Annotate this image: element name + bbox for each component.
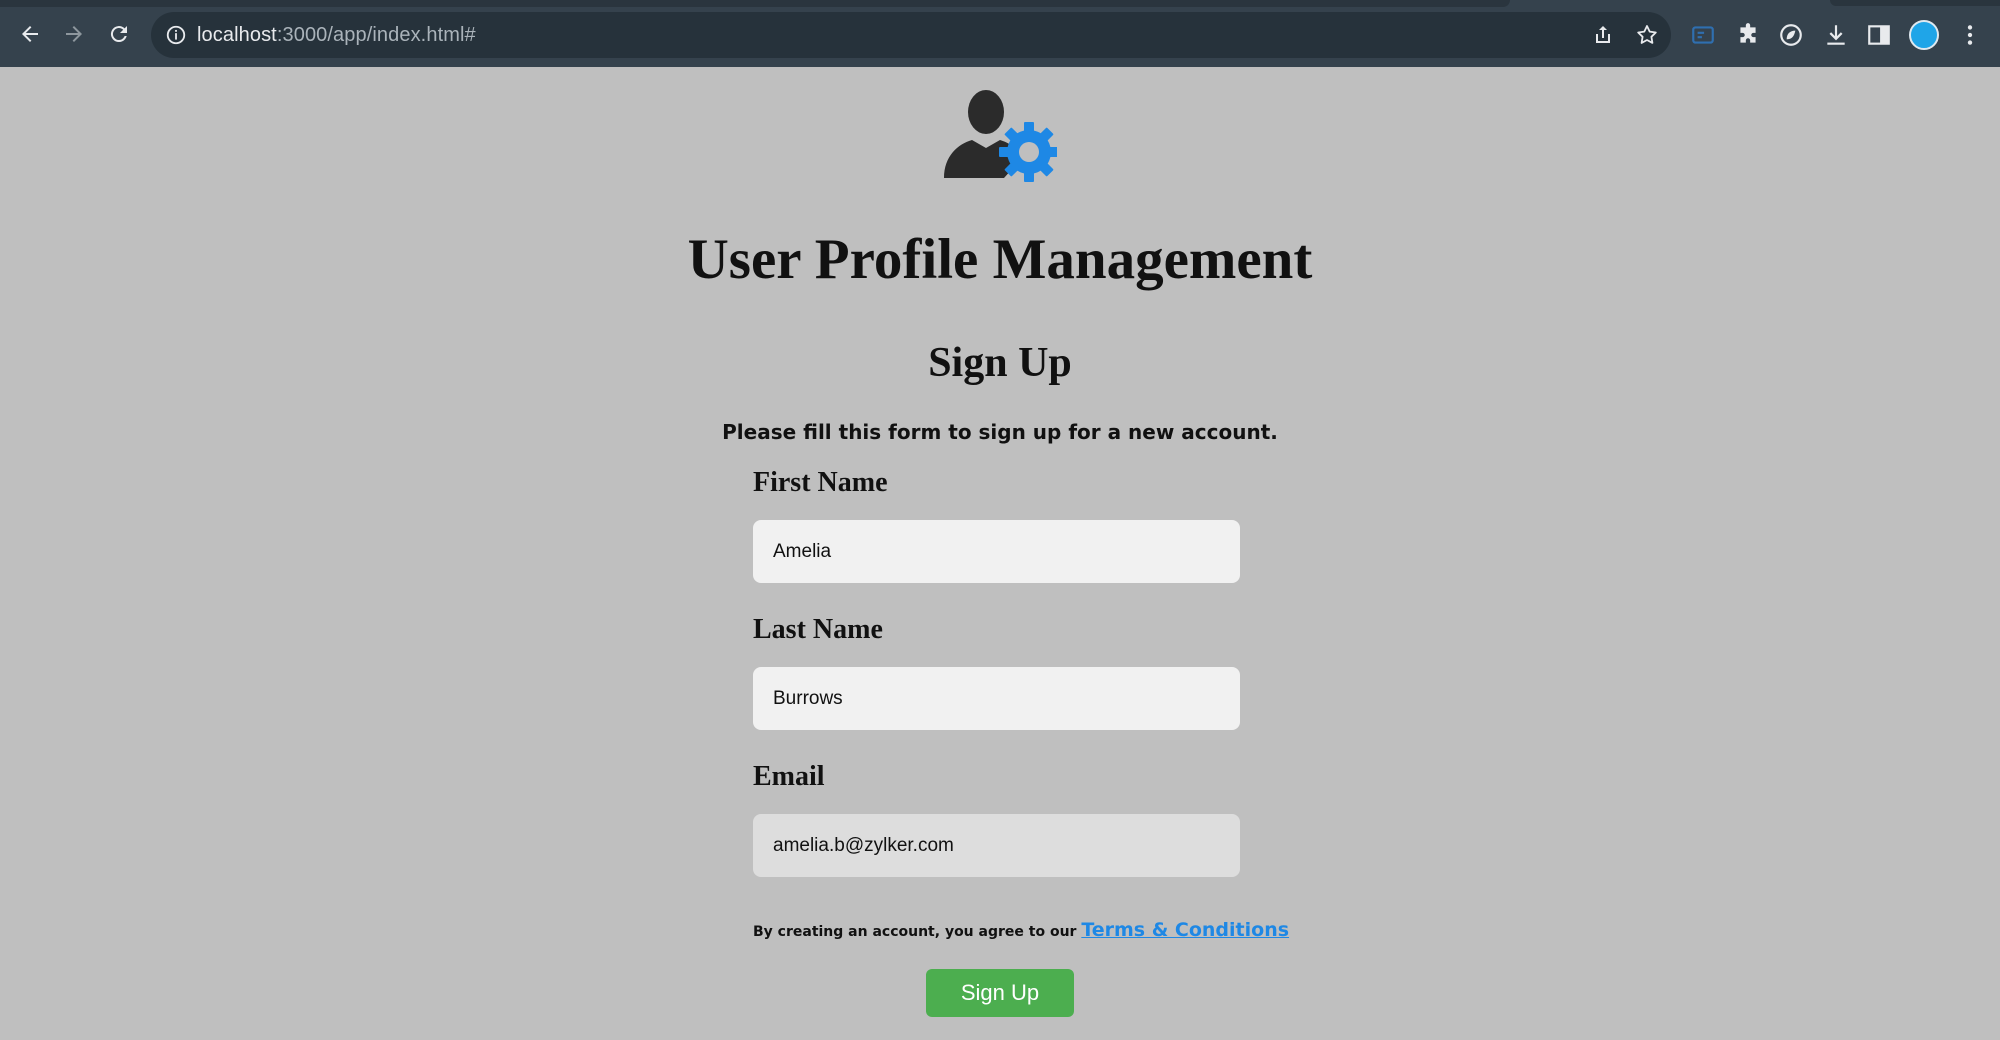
terms-notice: By creating an account, you agree to our… [753, 919, 1289, 941]
url-host: localhost [197, 24, 277, 46]
address-bar[interactable]: localhost:3000/app/index.html# [151, 12, 1671, 58]
first-name-label: First Name [753, 467, 888, 498]
email-label: Email [753, 761, 825, 792]
star-icon[interactable] [1635, 23, 1659, 47]
arrow-left-icon [22, 26, 38, 42]
form-description: Please fill this form to sign up for a n… [722, 420, 1278, 444]
profile-avatar[interactable] [1909, 20, 1939, 50]
user-gear-icon [944, 90, 1057, 182]
first-name-input[interactable] [753, 520, 1240, 583]
arrow-right-icon [66, 26, 82, 42]
tab-strip [0, 0, 1510, 7]
last-name-label: Last Name [753, 614, 883, 645]
forward-button[interactable] [57, 17, 91, 51]
browser-toolbar: localhost:3000/app/index.html# [0, 0, 2000, 67]
url-text[interactable]: localhost:3000/app/index.html# [197, 12, 476, 58]
tab-strip-right [1830, 0, 2000, 6]
email-input[interactable] [753, 814, 1240, 877]
sign-up-button[interactable]: Sign Up [926, 969, 1074, 1017]
back-button[interactable] [13, 17, 47, 51]
info-icon[interactable] [165, 24, 187, 46]
download-icon[interactable] [1823, 22, 1849, 48]
side-panel-icon[interactable] [1866, 22, 1892, 48]
extension-pass-icon[interactable] [1690, 22, 1716, 48]
terms-text: By creating an account, you agree to our [753, 924, 1077, 940]
kebab-menu-icon[interactable] [1957, 22, 1983, 48]
last-name-input[interactable] [753, 667, 1240, 730]
puzzle-icon[interactable] [1735, 22, 1761, 48]
reload-button[interactable] [102, 17, 136, 51]
leaf-icon[interactable] [1778, 22, 1804, 48]
url-path: :3000/app/index.html# [276, 24, 476, 46]
form-heading: Sign Up [928, 340, 1072, 386]
reload-icon [110, 26, 127, 43]
page-content: User Profile Management Sign Up Please f… [0, 67, 2000, 1040]
page-title: User Profile Management [687, 228, 1313, 291]
share-icon[interactable] [1591, 23, 1615, 47]
terms-link[interactable]: Terms & Conditions [1081, 919, 1289, 941]
